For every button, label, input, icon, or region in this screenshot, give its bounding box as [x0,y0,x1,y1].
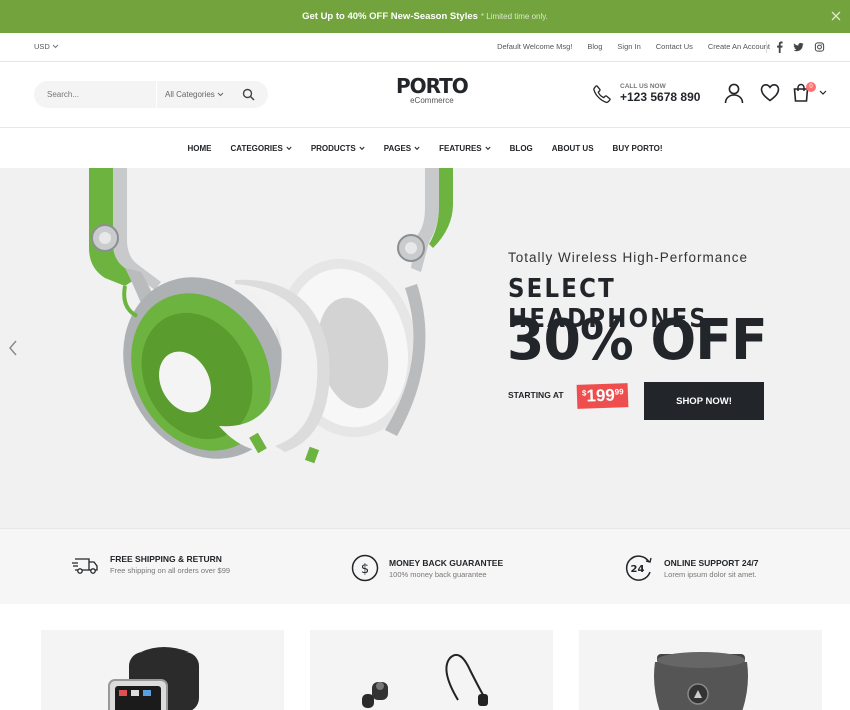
nav-categories-label: CATEGORIES [230,143,283,153]
feature-shipping: FREE SHIPPING & RETURN Free shipping on … [72,554,230,575]
search-icon [242,88,255,101]
search-button[interactable] [242,88,255,101]
promo-prefix: Get Up to [302,11,345,22]
chevron-down-icon [286,146,292,150]
feature-shipping-desc: Free shipping on all orders over $99 [110,566,231,575]
heart-icon [760,83,780,102]
phone-number[interactable]: +123 5678 890 [620,90,700,104]
chevron-down-icon[interactable] [819,90,827,96]
promo-note: * Limited time only. [480,12,548,21]
feature-support: 24 ONLINE SUPPORT 24/7 Lorem ipsum dolor… [624,554,758,582]
nav-categories[interactable]: CATEGORIES [231,144,292,153]
speaker-image [654,652,748,710]
search-input[interactable]: Search... [34,90,156,99]
svg-text:24: 24 [631,564,645,575]
hero-slider: Totally Wireless High-Performance SELECT… [0,168,850,528]
features-strip: FREE SHIPPING & RETURN Free shipping on … [0,528,850,604]
nav-features[interactable]: FEATURES [439,144,491,153]
chevron-left-icon [9,340,17,356]
product-card[interactable] [310,630,553,710]
account-button[interactable] [724,83,744,104]
close-icon[interactable] [830,10,842,22]
category-select[interactable]: All Categories [156,81,236,108]
welcome-link[interactable]: Default Welcome Msg! [497,42,572,51]
headphones-image [89,168,453,464]
price-whole: 199 [586,385,616,406]
divider [766,41,767,53]
starting-at-label: STARTING AT [508,390,564,400]
main-nav: HOME CATEGORIES PRODUCTS PAGES FEATURES … [0,128,850,168]
logo-text: PORTO [396,74,469,98]
nav-home[interactable]: HOME [188,144,212,153]
smartwatch-image [108,647,199,710]
nav-pages[interactable]: PAGES [384,144,420,153]
phone-icon [593,84,611,103]
twitter-icon[interactable] [793,41,804,53]
nav-buy-porto[interactable]: BUY PORTO! [613,144,663,153]
nav-blog[interactable]: BLOG [510,144,533,153]
chevron-down-icon [217,92,224,97]
site-header: Search... All Categories PORTO eCommerce… [0,62,850,128]
create-account-link[interactable]: Create An Account [708,42,770,51]
feature-money-back-title: MONEY BACK GUARANTEE [389,557,504,568]
instagram-icon[interactable] [814,41,825,53]
svg-text:$: $ [361,562,369,577]
category-select-label: All Categories [165,90,215,99]
earphones-image [362,654,488,708]
nav-products-label: PRODUCTS [310,143,356,153]
feature-support-desc: Lorem ipsum dolor sit amet. [664,569,757,579]
chevron-down-icon [414,146,420,150]
feature-money-back-desc: 100% money back guarantee [389,569,487,579]
feature-money-back: $ MONEY BACK GUARANTEE 100% money back g… [351,554,503,582]
top-links: Default Welcome Msg! Blog Sign In Contac… [497,42,770,51]
chevron-down-icon [359,146,365,150]
price-tag: $ 199 99 [576,383,629,409]
facebook-icon[interactable] [776,41,783,53]
nav-pages-label: PAGES [383,143,412,153]
nav-home-label: HOME [187,143,212,153]
currency-label: USD [34,42,50,51]
contact-us-link[interactable]: Contact Us [656,42,693,51]
nav-about-us[interactable]: ABOUT US [552,144,594,153]
search-bar: Search... All Categories [34,81,268,108]
cart-count-badge: 0 [806,82,816,92]
dollar-circle-icon: $ [351,554,379,582]
feature-support-title: ONLINE SUPPORT 24/7 [664,557,759,568]
sign-in-link[interactable]: Sign In [617,42,640,51]
promo-bar: Get Up to 40% OFF New-Season Styles * Li… [0,0,850,33]
hero-tagline: Totally Wireless High-Performance [508,250,749,265]
support-24-icon: 24 [625,555,652,581]
nav-features-label: FEATURES [439,143,482,153]
top-links-bar: USD Default Welcome Msg! Blog Sign In Co… [0,33,850,62]
promo-suffix: New-Season Styles [390,11,478,22]
chevron-down-icon [52,44,59,49]
promo-highlight: 40% OFF [347,11,389,22]
truck-icon [72,557,98,574]
price-cents: 99 [614,387,624,397]
nav-blog-label: BLOG [509,143,533,153]
feature-shipping-title: FREE SHIPPING & RETURN [110,554,222,564]
blog-link[interactable]: Blog [587,42,602,51]
product-card[interactable] [41,630,284,710]
call-us: CALL US NOW +123 5678 890 [592,83,700,104]
nav-buy-porto-label: BUY PORTO! [612,143,663,153]
shop-now-button[interactable]: SHOP NOW! [644,382,764,420]
nav-products[interactable]: PRODUCTS [311,144,365,153]
wishlist-button[interactable] [760,83,780,102]
hero-discount: 30% OFF [507,308,768,373]
user-icon [724,83,744,104]
social-links [776,41,825,53]
call-label: CALL US NOW [620,83,666,90]
chevron-down-icon [485,146,491,150]
product-grid [0,604,850,710]
nav-about-us-label: ABOUT US [551,143,594,153]
prev-slide-button[interactable] [8,340,18,356]
currency-selector[interactable]: USD [34,42,59,51]
product-card[interactable] [579,630,822,710]
site-logo[interactable]: PORTO eCommerce [396,74,469,106]
